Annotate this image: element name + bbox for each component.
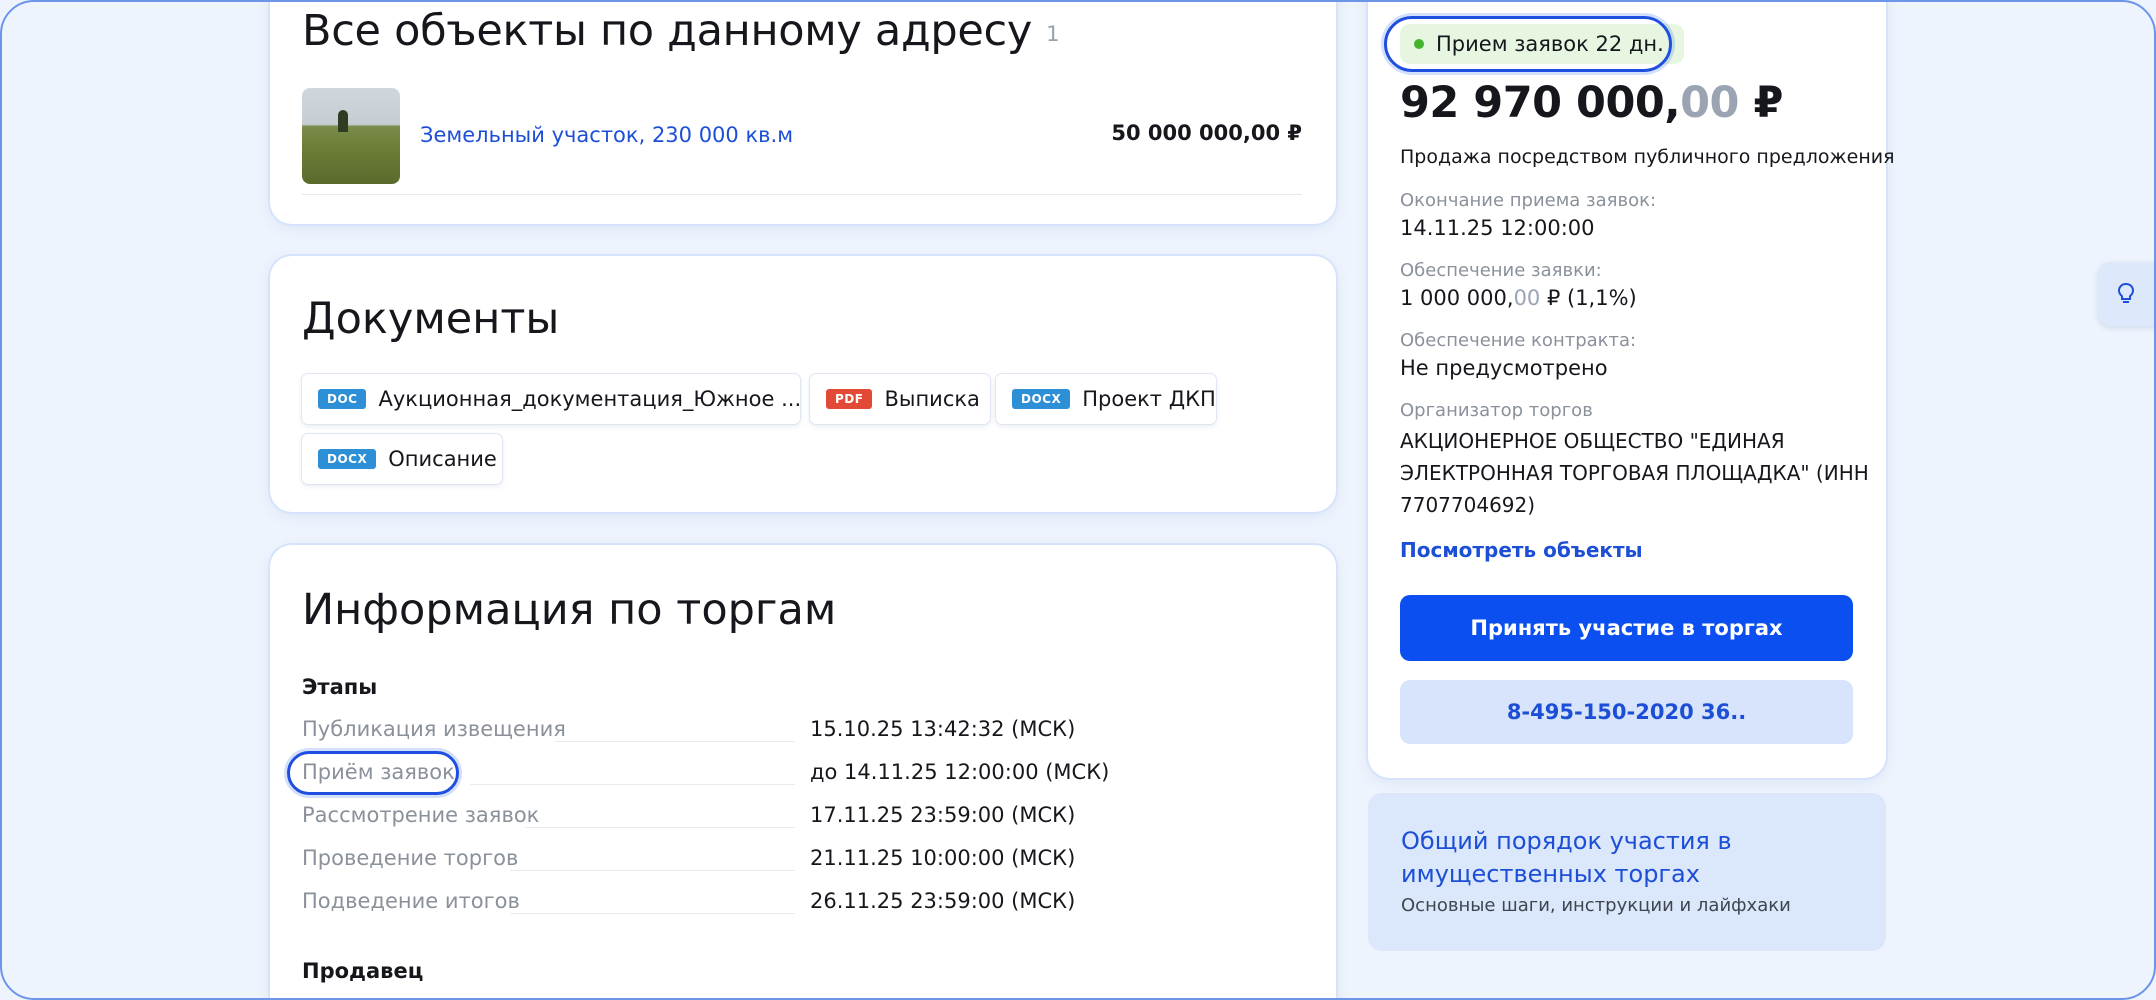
participation-guide-box[interactable]: Общий порядок участия в имущественных то… [1368, 793, 1886, 951]
stage-leader-line [470, 784, 795, 785]
stage-leader-line [510, 870, 795, 871]
lot-price: 92 970 000,00 ₽ [1400, 78, 1783, 128]
document-file-name: Проект ДКП [1082, 387, 1216, 411]
tip-button[interactable] [2098, 262, 2156, 326]
stage-value: 26.11.25 23:59:00 (МСК) [810, 889, 1076, 913]
docx-file-icon: DOCX [1012, 389, 1071, 409]
stage-label: Подведение итогов [302, 889, 520, 913]
documents-title: Документы [302, 294, 560, 344]
objects-title: Все объекты по данному адресу 1 [302, 6, 1060, 56]
status-dot-icon [1414, 39, 1424, 49]
document-file[interactable]: DOCX Проект ДКП [996, 374, 1216, 424]
view-objects-link[interactable]: Посмотреть объекты [1400, 538, 1643, 562]
stage-value: 17.11.25 23:59:00 (МСК) [810, 803, 1076, 827]
objects-card: Все объекты по данному адресу 1 Земельный… [270, 0, 1336, 224]
divider [302, 194, 1302, 195]
trading-info-card: Информация по торгам Этапы Публикация из… [270, 545, 1336, 1000]
phone-button[interactable]: 8-495-150-2020 36.. [1400, 680, 1853, 744]
lot-summary-card: Прием заявок 22 дн. 92 970 000,00 ₽ Прод… [1368, 0, 1895, 778]
pdf-file-icon: PDF [826, 389, 873, 409]
contract-security-value: Не предусмотрено [1400, 356, 1608, 380]
stage-leader-line [525, 827, 795, 828]
documents-card: Документы DOC Аукционная_документация_Юж… [270, 256, 1336, 512]
deposit-label: Обеспечение заявки: [1400, 260, 1602, 281]
object-thumbnail[interactable] [302, 88, 400, 184]
lightbulb-icon [2117, 282, 2135, 303]
document-file-name: Выписка [884, 387, 980, 411]
end-date-value: 14.11.25 12:00:00 [1400, 216, 1595, 240]
sale-type: Продажа посредством публичного предложен… [1400, 146, 1895, 168]
docx-file-icon: DOCX [318, 449, 377, 469]
contract-security-label: Обеспечение контракта: [1400, 330, 1637, 351]
document-file-name: Описание [388, 447, 497, 471]
trading-info-title: Информация по торгам [302, 585, 837, 635]
document-file[interactable]: DOC Аукционная_документация_Южное ... [302, 374, 802, 424]
deposit-value: 1 000 000,00 ₽ (1,1%) [1400, 286, 1637, 310]
stages-heading: Этапы [302, 675, 378, 699]
stage-leader-line [555, 741, 795, 742]
seller-heading: Продавец [302, 959, 424, 983]
stage-leader-line [510, 913, 795, 914]
document-file[interactable]: DOCX Описание [302, 434, 502, 484]
stage-value: 21.11.25 10:00:00 (МСК) [810, 846, 1076, 870]
document-file[interactable]: PDF Выписка [810, 374, 990, 424]
stage-label: Публикация извещения [302, 717, 566, 741]
end-date-label: Окончание приема заявок: [1400, 190, 1657, 211]
object-price: 50 000 000,00 ₽ [1111, 121, 1302, 145]
stage-label: Проведение торгов [302, 846, 519, 870]
organizer-value: АКЦИОНЕРНОЕ ОБЩЕСТВО "ЕДИНАЯ ЭЛЕКТРОННАЯ… [1400, 429, 1869, 517]
status-badge: Прием заявок 22 дн. [1400, 24, 1684, 64]
stage-value: 15.10.25 13:42:32 (МСК) [810, 717, 1076, 741]
participate-button[interactable]: Принять участие в торгах [1400, 595, 1853, 661]
object-link[interactable]: Земельный участок, 230 000 кв.м [420, 123, 793, 147]
objects-count: 1 [1046, 21, 1060, 46]
guide-subtitle: Основные шаги, инструкции и лайфхаки [1401, 895, 1791, 916]
stage-label: Приём заявок [302, 760, 455, 784]
stage-label: Рассмотрение заявок [302, 803, 540, 827]
organizer-label: Организатор торгов [1400, 400, 1593, 421]
doc-file-icon: DOC [318, 389, 367, 409]
stage-value: до 14.11.25 12:00:00 (МСК) [810, 760, 1110, 784]
document-file-name: Аукционная_документация_Южное ... [378, 387, 802, 411]
guide-title[interactable]: Общий порядок участия в имущественных то… [1401, 825, 1841, 891]
